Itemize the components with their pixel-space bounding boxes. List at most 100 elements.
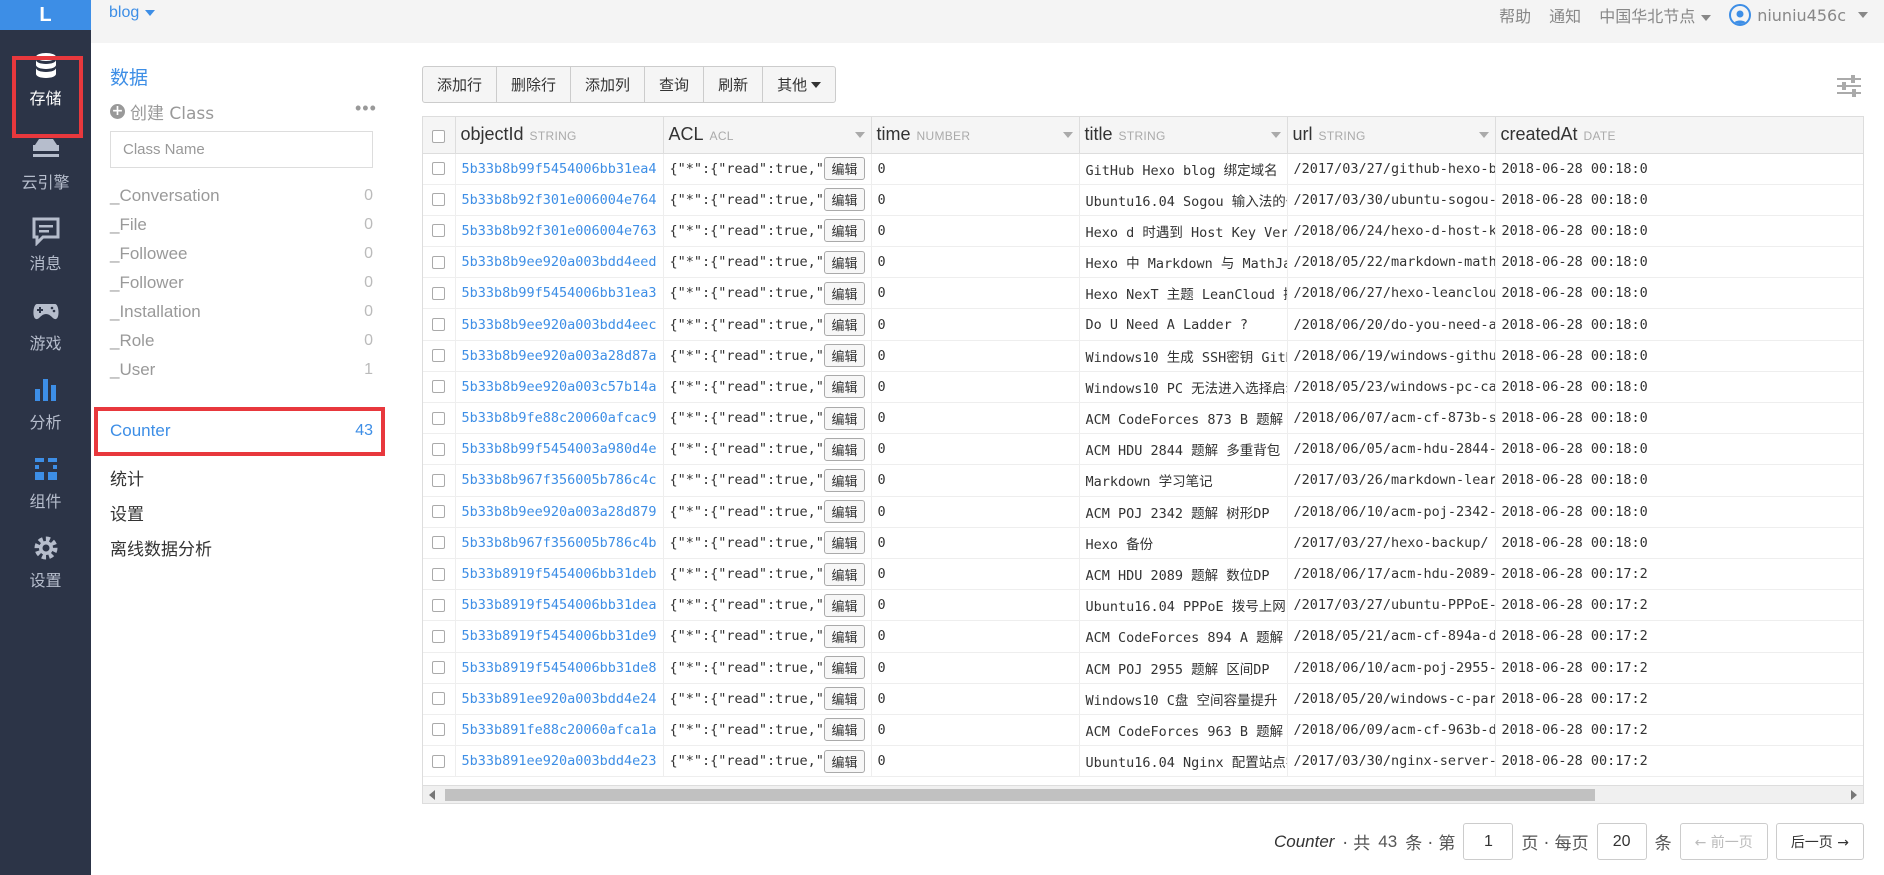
table-row[interactable]: 5b33b8b9ee920a003bdd4eed {"*":{"read":tru… <box>423 246 1863 279</box>
rail-item-components[interactable]: 组件 <box>0 446 91 520</box>
class-item-followee[interactable]: _Followee 0 <box>110 240 373 268</box>
url-cell[interactable]: /2018/06/10/acm-poj-2342-dp/ <box>1287 496 1496 528</box>
column-settings-icon[interactable] <box>1836 73 1862 99</box>
time-cell[interactable]: 0 <box>871 652 1080 684</box>
class-item-role[interactable]: _Role 0 <box>110 327 373 355</box>
column-header-title[interactable]: title STRING <box>1079 117 1288 154</box>
url-cell[interactable]: /2018/06/20/do-you-need-a-ladder/ <box>1287 308 1496 341</box>
time-cell[interactable]: 0 <box>871 153 1080 185</box>
edit-acl-button[interactable]: 编辑 <box>824 624 865 648</box>
table-row[interactable]: 5b33b891fe88c20060afca1a {"*":{"read":tru… <box>423 714 1863 747</box>
help-link[interactable]: 帮助 <box>1499 3 1531 27</box>
object-id-cell[interactable]: 5b33b8b9ee920a003a28d87a <box>455 340 664 372</box>
edit-acl-button[interactable]: 编辑 <box>824 250 865 274</box>
class-item-installation[interactable]: _Installation 0 <box>110 298 373 326</box>
time-cell[interactable]: 0 <box>871 215 1080 248</box>
table-row[interactable]: 5b33b8b99f5454006bb31ea4 {"*":{"read":tru… <box>423 153 1863 185</box>
other-dropdown-button[interactable]: 其他 <box>763 67 835 102</box>
table-row[interactable]: 5b33b8b9fe88c20060afcac9 {"*":{"read":tru… <box>423 402 1863 435</box>
table-row[interactable]: 5b33b8b92f301e006004e763 {"*":{"read":tru… <box>423 215 1863 248</box>
table-row[interactable]: 5b33b8b9ee920a003a28d879 {"*":{"read":tru… <box>423 496 1863 528</box>
data-section-title[interactable]: 数据 <box>110 63 148 90</box>
edit-acl-button[interactable]: 编辑 <box>824 562 865 586</box>
column-header-createdat[interactable]: createdAt DATE <box>1495 117 1863 154</box>
time-cell[interactable]: 0 <box>871 745 1080 778</box>
object-id-cell[interactable]: 5b33b8b9ee920a003bdd4eec <box>455 308 664 341</box>
edit-acl-button[interactable]: 编辑 <box>824 500 865 524</box>
time-cell[interactable]: 0 <box>871 558 1080 591</box>
edit-acl-button[interactable]: 编辑 <box>824 313 865 337</box>
title-cell[interactable]: GitHub Hexo blog 绑定域名 <box>1079 153 1288 185</box>
object-id-cell[interactable]: 5b33b8b99f5454006bb31ea3 <box>455 277 664 310</box>
edit-acl-button[interactable]: 编辑 <box>824 375 865 399</box>
url-cell[interactable]: /2017/03/26/markdown-learning/ <box>1287 464 1496 497</box>
object-id-cell[interactable]: 5b33b8919f5454006bb31dea <box>455 589 664 622</box>
prev-page-button[interactable]: ← 前一页 <box>1679 823 1768 860</box>
title-cell[interactable]: Ubuntu16.04 PPPoE 拨号上网 <box>1079 589 1288 622</box>
nav-offline-analysis[interactable]: 离线数据分析 <box>110 535 212 560</box>
title-cell[interactable]: Hexo NexT 主题 LeanCloud 插件 <box>1079 277 1288 310</box>
url-cell[interactable]: /2018/06/07/acm-cf-873b-simple/ <box>1287 402 1496 435</box>
object-id-cell[interactable]: 5b33b8b9ee920a003bdd4eed <box>455 246 664 279</box>
row-checkbox[interactable] <box>432 567 446 581</box>
edit-acl-button[interactable]: 编辑 <box>824 344 865 368</box>
nav-settings[interactable]: 设置 <box>110 500 144 525</box>
url-cell[interactable]: /2018/05/22/markdown-mathjax/ <box>1287 246 1496 279</box>
edit-acl-button[interactable]: 编辑 <box>824 406 865 430</box>
table-row[interactable]: 5b33b8b967f356005b786c4c {"*":{"read":tru… <box>423 464 1863 497</box>
edit-acl-button[interactable]: 编辑 <box>824 219 865 243</box>
more-options-icon[interactable]: ••• <box>355 98 377 119</box>
title-cell[interactable]: Windows10 C盘 空间容量提升 <box>1079 683 1288 715</box>
url-cell[interactable]: /2017/03/27/ubuntu-PPPoE-dsl/ <box>1287 589 1496 622</box>
next-page-button[interactable]: 后一页 → <box>1775 823 1864 860</box>
row-checkbox[interactable] <box>432 286 446 300</box>
table-row[interactable]: 5b33b8b92f301e006004e764 {"*":{"read":tru… <box>423 184 1863 216</box>
delete-row-button[interactable]: 删除行 <box>497 67 572 102</box>
time-cell[interactable]: 0 <box>871 246 1080 279</box>
title-cell[interactable]: ACM HDU 2089 题解 数位DP <box>1079 558 1288 591</box>
url-cell[interactable]: /2018/06/17/acm-hdu-2089-dp/ <box>1287 558 1496 591</box>
object-id-cell[interactable]: 5b33b8b9fe88c20060afcac9 <box>455 402 664 435</box>
title-cell[interactable]: Ubuntu16.04 Nginx 配置站点学习 <box>1079 745 1288 778</box>
title-cell[interactable]: Windows10 PC 无法进入选择启动项 <box>1079 371 1288 404</box>
class-item-counter[interactable]: Counter 43 <box>110 417 373 445</box>
table-row[interactable]: 5b33b8b967f356005b786c4b {"*":{"read":tru… <box>423 527 1863 559</box>
title-cell[interactable]: ACM POJ 2955 题解 区间DP <box>1079 652 1288 684</box>
url-cell[interactable]: /2018/06/05/acm-hdu-2844-dp/ <box>1287 433 1496 466</box>
edit-acl-button[interactable]: 编辑 <box>824 656 865 680</box>
time-cell[interactable]: 0 <box>871 433 1080 466</box>
class-item-file[interactable]: _File 0 <box>110 211 373 239</box>
row-checkbox[interactable] <box>432 349 446 363</box>
title-cell[interactable]: Windows10 生成 SSH密钥 GitHub <box>1079 340 1288 372</box>
row-checkbox[interactable] <box>432 162 446 176</box>
class-name-search-input[interactable] <box>110 131 373 168</box>
table-row[interactable]: 5b33b8b9ee920a003c57b14a {"*":{"read":tru… <box>423 371 1863 404</box>
url-cell[interactable]: /2018/06/24/hexo-d-host-key/ <box>1287 215 1496 248</box>
object-id-cell[interactable]: 5b33b8919f5454006bb31deb <box>455 558 664 591</box>
class-item-conversation[interactable]: _Conversation 0 <box>110 182 373 210</box>
edit-acl-button[interactable]: 编辑 <box>824 157 865 181</box>
scroll-left-arrow[interactable] <box>429 790 435 800</box>
rail-item-message[interactable]: 消息 <box>0 208 91 282</box>
time-cell[interactable]: 0 <box>871 340 1080 372</box>
object-id-cell[interactable]: 5b33b8b92f301e006004e763 <box>455 215 664 248</box>
class-item-follower[interactable]: _Follower 0 <box>110 269 373 297</box>
object-id-cell[interactable]: 5b33b8b99f5454006bb31ea4 <box>455 153 664 185</box>
chevron-down-icon[interactable] <box>1478 132 1489 138</box>
object-id-cell[interactable]: 5b33b8b967f356005b786c4b <box>455 527 664 559</box>
row-checkbox[interactable] <box>432 380 446 394</box>
table-row[interactable]: 5b33b8919f5454006bb31de8 {"*":{"read":tru… <box>423 652 1863 684</box>
edit-acl-button[interactable]: 编辑 <box>824 749 865 773</box>
title-cell[interactable]: Do U Need A Ladder ? <box>1079 308 1288 341</box>
table-row[interactable]: 5b33b8919f5454006bb31deb {"*":{"read":tru… <box>423 558 1863 591</box>
edit-acl-button[interactable]: 编辑 <box>824 687 865 711</box>
time-cell[interactable]: 0 <box>871 402 1080 435</box>
url-cell[interactable]: /2018/06/19/windows-github-ssh/ <box>1287 340 1496 372</box>
row-checkbox[interactable] <box>432 193 446 207</box>
scrollbar-thumb[interactable] <box>445 789 1595 801</box>
edit-acl-button[interactable]: 编辑 <box>824 437 865 461</box>
row-checkbox[interactable] <box>432 505 446 519</box>
object-id-cell[interactable]: 5b33b8b9ee920a003c57b14a <box>455 371 664 404</box>
url-cell[interactable]: /2017/03/27/hexo-backup/ <box>1287 527 1496 559</box>
object-id-cell[interactable]: 5b33b8b9ee920a003a28d879 <box>455 496 664 528</box>
